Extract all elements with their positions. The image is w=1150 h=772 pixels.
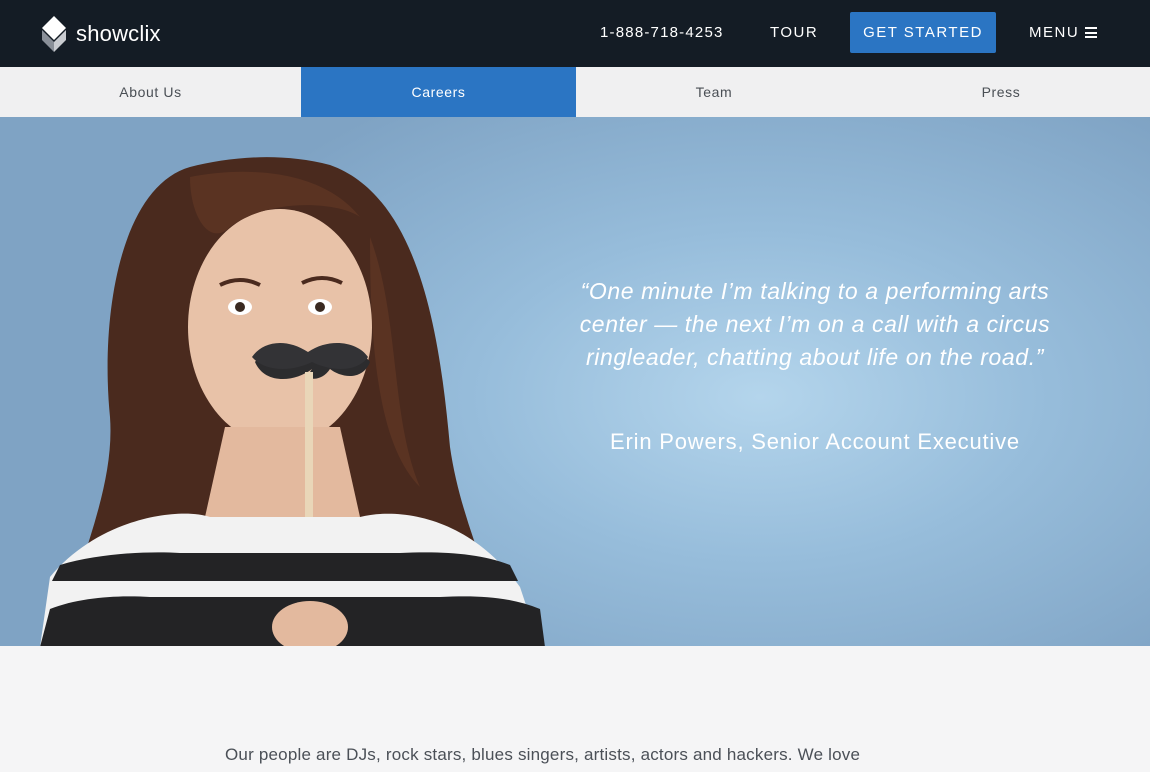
showclix-logo[interactable]: showclix	[40, 16, 161, 52]
ticket-logo-icon	[42, 16, 66, 52]
logo-wordmark-bold: clix	[128, 21, 161, 46]
hero-banner: “One minute I’m talking to a performing …	[0, 117, 1150, 646]
testimonial-quote: “One minute I’m talking to a performing …	[579, 278, 1051, 370]
menu-label: MENU	[1029, 24, 1080, 41]
tab-press[interactable]: Press	[852, 67, 1150, 117]
intro-paragraph: Our people are DJs, rock stars, blues si…	[225, 745, 861, 764]
testimonial-attribution: Erin Powers, Senior Account Executive	[610, 429, 1020, 454]
tour-link[interactable]: TOUR	[770, 24, 818, 41]
logo-wordmark: showclix	[76, 21, 161, 47]
top-navbar: showclix 1-888-718-4253 TOUR GET STARTED…	[0, 0, 1150, 67]
logo-wordmark-light: show	[76, 21, 129, 46]
tab-careers[interactable]: Careers	[301, 67, 576, 117]
subnav-tabs: About Us Careers Team Press	[0, 67, 1150, 117]
tab-team[interactable]: Team	[576, 67, 852, 117]
get-started-button[interactable]: GET STARTED	[850, 12, 996, 53]
phone-link[interactable]: 1-888-718-4253	[600, 24, 724, 41]
menu-button[interactable]: MENU	[1029, 24, 1098, 41]
careers-content: Our people are DJs, rock stars, blues si…	[0, 646, 1150, 772]
hamburger-icon	[1085, 27, 1098, 38]
employee-photo	[40, 157, 545, 646]
tab-about-us[interactable]: About Us	[0, 67, 301, 117]
